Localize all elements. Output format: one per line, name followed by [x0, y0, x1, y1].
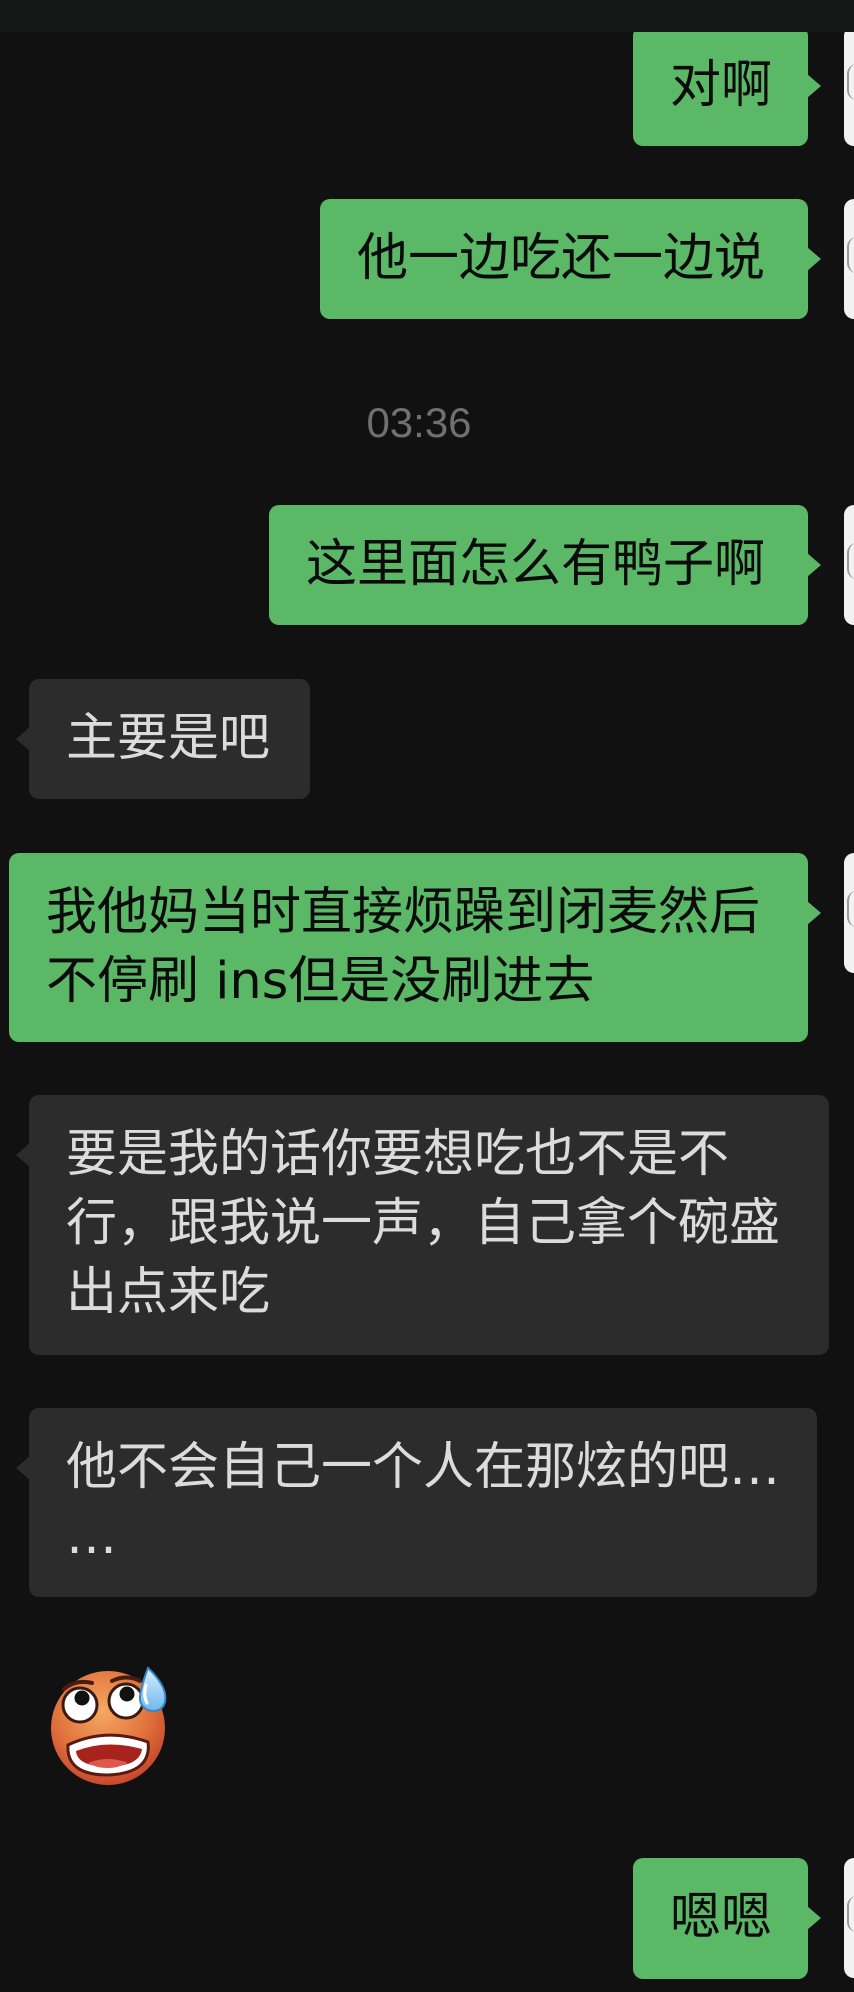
- message-bubble-outgoing[interactable]: 对啊: [633, 26, 821, 146]
- my-avatar[interactable]: [844, 853, 854, 973]
- message-text-line: 出点来吃: [66, 1263, 271, 1322]
- my-avatar[interactable]: [844, 199, 854, 319]
- message-text-line: 要是我的话你要想吃也不是不: [66, 1125, 730, 1184]
- message-text-line: 不停刷 ins但是没刷进去: [46, 952, 595, 1011]
- message-bubble-outgoing[interactable]: 我他妈当时直接烦躁到闭麦然后 不停刷 ins但是没刷进去: [9, 853, 821, 1042]
- message-text: 这里面怎么有鸭子啊: [306, 535, 766, 594]
- message-bubble-outgoing[interactable]: 嗯嗯: [633, 1858, 821, 1979]
- message-bubble-incoming[interactable]: 主要是吧: [16, 679, 310, 799]
- chat-screen: 对啊 他一边吃还一边说 03:36 这里面怎么有鸭子啊 主要是吧 我他妈当时直接…: [0, 0, 854, 1992]
- message-bubble-incoming[interactable]: 要是我的话你要想吃也不是不 行，跟我说一声，自己拿个碗盛 出点来吃: [16, 1095, 829, 1355]
- message-text: 主要是吧: [66, 709, 271, 768]
- sticker-mouth: [66, 1733, 150, 1777]
- message-text: 对啊: [670, 56, 773, 115]
- message-text-line: 行，跟我说一声，自己拿个碗盛: [66, 1194, 781, 1253]
- message-text-line: 我他妈当时直接烦躁到闭麦然后: [46, 883, 761, 942]
- message-bubble-outgoing[interactable]: 这里面怎么有鸭子啊: [269, 505, 821, 625]
- message-text: 他一边吃还一边说: [357, 229, 766, 288]
- sticker-sweat-drop: [138, 1666, 167, 1712]
- my-avatar[interactable]: [844, 26, 854, 146]
- message-bubble-outgoing[interactable]: 他一边吃还一边说: [320, 199, 821, 319]
- message-bubble-incoming[interactable]: 他不会自己一个人在那炫的吧… …: [16, 1408, 817, 1597]
- my-avatar[interactable]: [844, 505, 854, 625]
- top-bar: [0, 0, 854, 32]
- anxious-face-with-sweat-icon[interactable]: [48, 1665, 170, 1787]
- message-text: 嗯嗯: [670, 1888, 773, 1947]
- message-text-line: …: [66, 1507, 117, 1566]
- message-text-line: 他不会自己一个人在那炫的吧…: [66, 1438, 781, 1497]
- message-timestamp: 03:36: [366, 399, 472, 446]
- my-avatar[interactable]: [844, 1858, 854, 1978]
